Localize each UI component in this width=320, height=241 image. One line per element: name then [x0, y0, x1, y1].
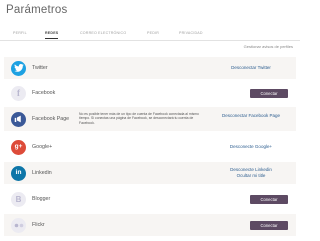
network-row-google-plus: g+ Google+ Desconecte Google+ [4, 136, 296, 158]
tab-pedir[interactable]: PEDIR [147, 28, 159, 38]
disconnect-twitter-link[interactable]: Desconectar Twitter [216, 65, 286, 71]
tab-privacidad[interactable]: PRIVACIDAD [179, 28, 203, 38]
network-row-facebook-page: Facebook Page No es posible tener más de… [4, 107, 296, 131]
hide-my-title-link[interactable]: Ocultar mi title [216, 173, 286, 179]
network-row-linkedin: in Linkedin Desconecte Linkedin Ocultar … [4, 162, 296, 184]
network-row-facebook: f Facebook Conectar [4, 82, 296, 104]
connect-blogger-button[interactable]: Conectar [250, 195, 288, 204]
network-name: Blogger [32, 196, 51, 202]
connect-facebook-button[interactable]: Conectar [250, 89, 288, 98]
tab-correo-electronico[interactable]: CORREO ELECTRÓNICO [80, 28, 126, 38]
disconnect-facebook-page-link[interactable]: Desconectar Facebook Page [216, 113, 286, 119]
facebook-icon: f [11, 86, 26, 101]
facebook-page-warning: No es posible tener más de un tipo de cu… [79, 112, 199, 125]
settings-tabs: PERFIL REDES CORREO ELECTRÓNICO PEDIR PR… [0, 27, 300, 41]
network-row-flickr: Flickr Conectar [4, 214, 296, 236]
google-plus-icon: g+ [11, 139, 26, 155]
network-name: Flickr [32, 222, 45, 228]
connect-flickr-button[interactable]: Conectar [250, 221, 288, 230]
flickr-icon [11, 218, 26, 233]
tab-redes[interactable]: REDES [45, 28, 59, 39]
page-title: Parámetros [6, 4, 68, 16]
network-row-blogger: B Blogger Conectar [4, 188, 296, 210]
manage-profile-notices-link[interactable]: Gestionar avisos de perfiles [244, 44, 293, 49]
network-row-twitter: Twitter Desconectar Twitter [4, 57, 296, 79]
blogger-icon: B [11, 192, 26, 207]
linkedin-icon: in [11, 165, 26, 181]
network-name: Twitter [32, 65, 48, 71]
network-name: Facebook [32, 90, 56, 96]
network-name: Google+ [32, 144, 53, 150]
disconnect-google-plus-link[interactable]: Desconecte Google+ [216, 144, 286, 150]
tab-perfil[interactable]: PERFIL [13, 28, 27, 38]
facebook-page-icon [11, 111, 26, 127]
twitter-icon [11, 60, 26, 76]
network-name: Facebook Page [32, 116, 70, 122]
network-name: Linkedin [32, 170, 52, 176]
